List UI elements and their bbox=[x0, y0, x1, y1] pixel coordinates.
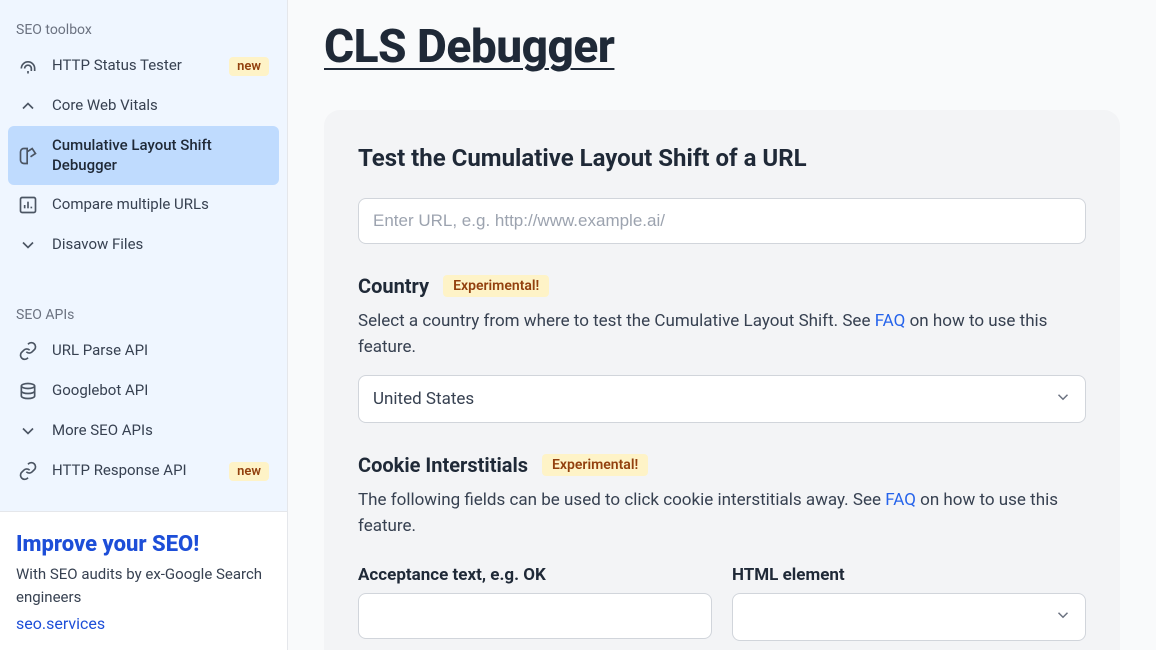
chevron-up-icon bbox=[18, 96, 38, 116]
html-element-select[interactable] bbox=[732, 593, 1086, 641]
sidebar-item-http-response-api[interactable]: HTTP Response API new bbox=[8, 451, 279, 491]
promo-box: Improve your SEO! With SEO audits by ex-… bbox=[0, 511, 287, 650]
sidebar-item-cls-debugger[interactable]: Cumulative Layout Shift Debugger bbox=[8, 126, 279, 185]
sidebar-item-label: URL Parse API bbox=[52, 341, 269, 361]
sidebar-item-compare-urls[interactable]: Compare multiple URLs bbox=[8, 185, 279, 225]
faq-link[interactable]: FAQ bbox=[885, 490, 916, 510]
country-select[interactable]: United States bbox=[358, 375, 1086, 423]
sidebar-item-googlebot-api[interactable]: Googlebot API bbox=[8, 371, 279, 411]
acceptance-text-label: Acceptance text, e.g. OK bbox=[358, 565, 712, 585]
form-card: Test the Cumulative Layout Shift of a UR… bbox=[324, 110, 1120, 650]
swatch-icon bbox=[18, 146, 38, 166]
sidebar-item-label: Googlebot API bbox=[52, 381, 269, 401]
sidebar-item-label: More SEO APIs bbox=[52, 421, 269, 441]
link-icon bbox=[18, 461, 38, 481]
sidebar-item-label: Compare multiple URLs bbox=[52, 195, 269, 215]
experimental-badge: Experimental! bbox=[542, 454, 648, 476]
card-title: Test the Cumulative Layout Shift of a UR… bbox=[358, 144, 1086, 172]
section-header-toolbox: SEO toolbox bbox=[8, 8, 279, 46]
sidebar-item-http-status[interactable]: HTTP Status Tester new bbox=[8, 46, 279, 86]
page-title: CLS Debugger bbox=[324, 20, 1120, 74]
link-icon bbox=[18, 341, 38, 361]
chart-icon bbox=[18, 195, 38, 215]
new-badge: new bbox=[229, 57, 269, 76]
url-input[interactable] bbox=[358, 198, 1086, 244]
faq-link[interactable]: FAQ bbox=[875, 311, 906, 331]
section-header-apis: SEO APIs bbox=[8, 293, 279, 331]
promo-subtitle: With SEO audits by ex-Google Search engi… bbox=[16, 563, 271, 608]
database-icon bbox=[18, 381, 38, 401]
cookie-label: Cookie Interstitials bbox=[358, 453, 528, 477]
country-help-text: Select a country from where to test the … bbox=[358, 308, 1086, 361]
promo-link[interactable]: seo.services bbox=[16, 614, 105, 633]
sidebar-item-label: Core Web Vitals bbox=[52, 96, 269, 116]
sidebar-item-label: HTTP Status Tester bbox=[52, 56, 215, 76]
acceptance-text-input[interactable] bbox=[358, 593, 712, 639]
sidebar-item-more-seo-apis[interactable]: More SEO APIs bbox=[8, 411, 279, 451]
sidebar-item-label: Cumulative Layout Shift Debugger bbox=[52, 136, 269, 175]
chevron-down-icon bbox=[18, 421, 38, 441]
country-label: Country bbox=[358, 274, 429, 298]
sidebar-item-label: Disavow Files bbox=[52, 235, 269, 255]
sidebar-item-core-web-vitals[interactable]: Core Web Vitals bbox=[8, 86, 279, 126]
cookie-help-text: The following fields can be used to clic… bbox=[358, 487, 1086, 540]
sidebar-item-url-parse-api[interactable]: URL Parse API bbox=[8, 331, 279, 371]
chevron-down-icon bbox=[18, 235, 38, 255]
sidebar: SEO toolbox HTTP Status Tester new Core … bbox=[0, 0, 288, 650]
fingerprint-icon bbox=[18, 56, 38, 76]
sidebar-item-label: HTTP Response API bbox=[52, 461, 215, 481]
new-badge: new bbox=[229, 462, 269, 481]
sidebar-item-disavow-files[interactable]: Disavow Files bbox=[8, 225, 279, 265]
main-content: CLS Debugger Test the Cumulative Layout … bbox=[288, 0, 1156, 650]
promo-title: Improve your SEO! bbox=[16, 532, 271, 557]
html-element-label: HTML element bbox=[732, 565, 1086, 585]
experimental-badge: Experimental! bbox=[443, 275, 549, 297]
